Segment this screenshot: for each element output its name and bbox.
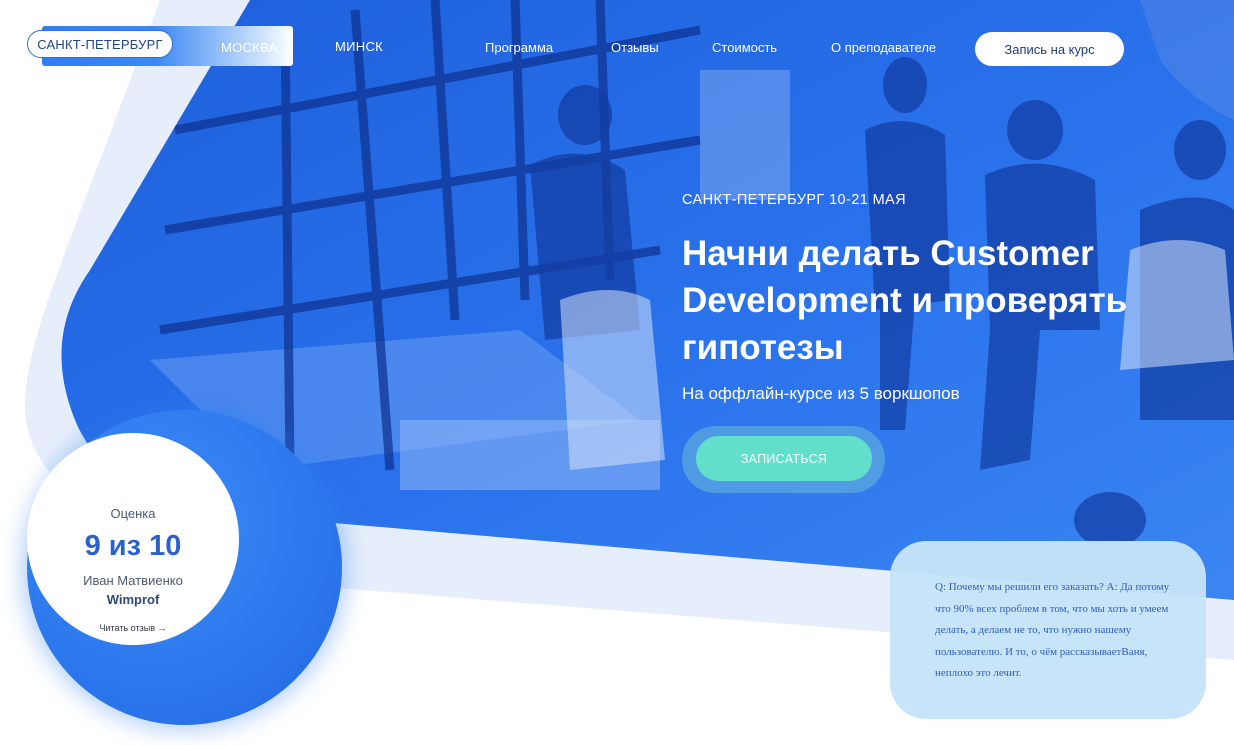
nav-program[interactable]: Программа bbox=[485, 40, 553, 55]
read-review-link[interactable]: Читать отзыв → bbox=[27, 623, 239, 633]
review-company: Wimprof bbox=[106, 592, 160, 607]
hero-subtitle: На оффлайн-курсе из 5 воркшопов bbox=[682, 384, 960, 403]
rating-caption: Оценка bbox=[110, 506, 156, 521]
rating-score: 9 из 10 bbox=[84, 530, 182, 562]
city-tab-minsk[interactable]: МИНСК bbox=[335, 39, 383, 54]
hero-title: Начни делать Customer Development и пров… bbox=[682, 234, 1128, 367]
event-dates: САНКТ-ПЕТЕРБУРГ 10-21 МАЯ bbox=[682, 192, 907, 208]
city-tab-moscow[interactable]: МОСКВА bbox=[221, 40, 278, 55]
review-author: Иван Матвиенко bbox=[83, 573, 183, 588]
quote-text: Q: Почему мы решили его заказать? А: Да … bbox=[935, 581, 1170, 679]
nav-reviews[interactable]: Отзывы bbox=[611, 40, 659, 55]
enroll-button[interactable]: ЗАПИСАТЬСЯ bbox=[696, 436, 872, 481]
city-tab-saint-petersburg[interactable]: САНКТ-ПЕТЕРБУРГ bbox=[27, 30, 173, 58]
nav-teacher[interactable]: О преподавателе bbox=[831, 40, 936, 55]
nav-pricing[interactable]: Стоимость bbox=[712, 40, 777, 55]
signup-button-top[interactable]: Запись на курс bbox=[975, 32, 1124, 66]
